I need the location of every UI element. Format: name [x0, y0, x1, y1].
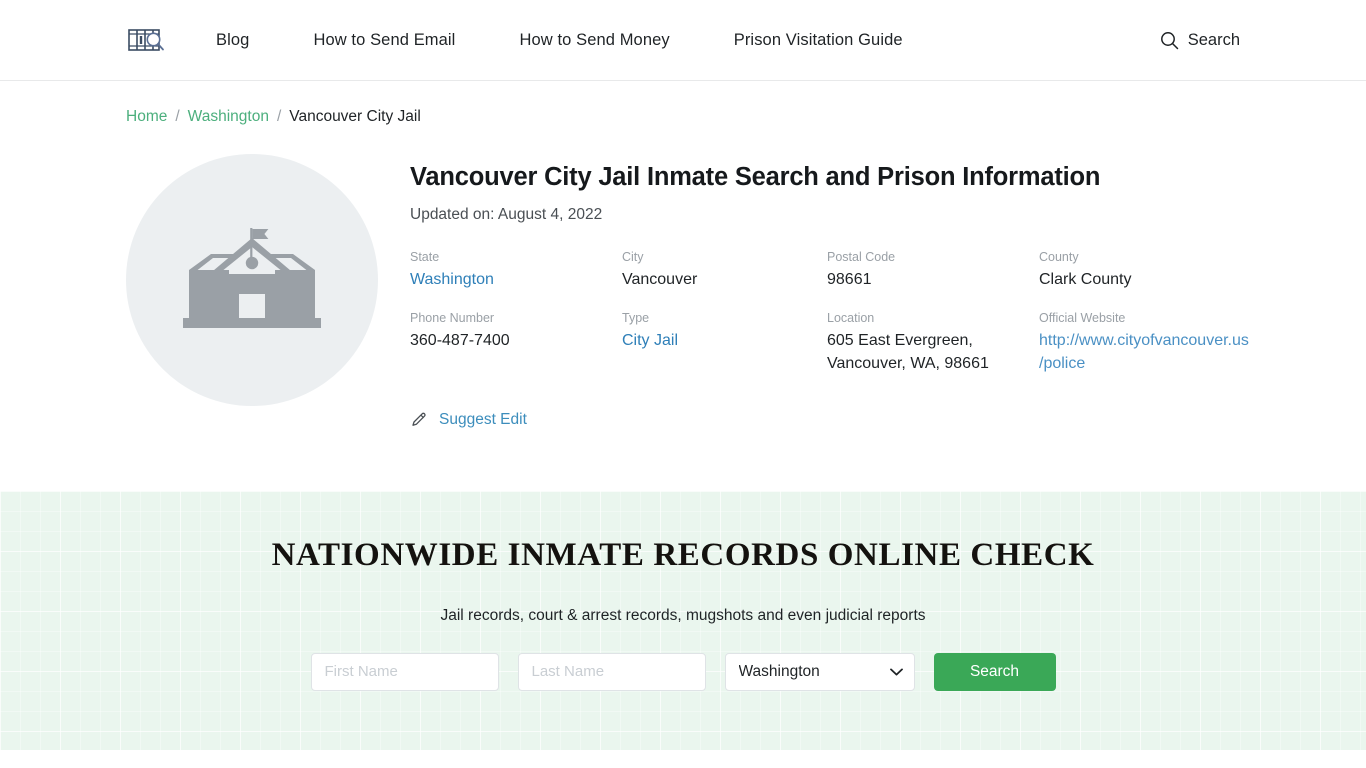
info-label: City	[622, 249, 644, 264]
breadcrumb-item-washington[interactable]: Washington	[188, 108, 269, 126]
info-field-city: City Vancouver	[622, 249, 827, 291]
header-search-button[interactable]: Search	[1160, 31, 1240, 50]
breadcrumb-separator: /	[175, 108, 180, 125]
info-field-postal-code: Postal Code 98661	[827, 249, 1039, 291]
info-field-official-website: Official Website http://www.cityofvancou…	[1039, 310, 1251, 376]
pencil-icon	[412, 412, 426, 426]
breadcrumb-item-current: Vancouver City Jail	[289, 108, 421, 125]
nav-item-how-to-send-email[interactable]: How to Send Email	[313, 31, 455, 50]
facility-profile: Vancouver City Jail Inmate Search and Pr…	[0, 154, 1366, 429]
info-field-county: County Clark County	[1039, 249, 1251, 291]
info-value-city: Vancouver	[622, 270, 698, 288]
info-label: Location	[827, 311, 875, 326]
inmate-search-form: Washington Search	[0, 652, 1366, 691]
info-value-official-website[interactable]: http://www.cityofvancouver.us/police	[1039, 332, 1249, 372]
nav-item-blog[interactable]: Blog	[216, 31, 249, 50]
search-icon	[1160, 31, 1178, 49]
site-logo[interactable]	[126, 24, 168, 56]
info-label: Type	[622, 311, 650, 326]
info-value-state[interactable]: Washington	[410, 271, 494, 288]
facility-avatar	[126, 154, 378, 406]
nav-item-how-to-send-money[interactable]: How to Send Money	[519, 31, 669, 50]
main-nav: Blog How to Send Email How to Send Money…	[216, 31, 903, 50]
last-name-input[interactable]	[517, 652, 706, 691]
info-value-county: Clark County	[1039, 270, 1132, 288]
info-field-location: Location 605 East Evergreen, Vancouver, …	[827, 310, 1039, 376]
breadcrumb: Home / Washington / Vancouver City Jail	[0, 108, 1366, 126]
breadcrumb-item-home[interactable]: Home	[126, 108, 167, 126]
info-label: State	[410, 249, 440, 264]
state-select-wrapper: Washington	[724, 652, 915, 691]
government-building-icon	[183, 228, 321, 328]
updated-on: Updated on: August 4, 2022	[410, 205, 603, 223]
header-search-label: Search	[1187, 30, 1240, 49]
info-field-type: Type City Jail	[622, 310, 827, 376]
facility-info-grid: State Washington City Vancouver Postal C…	[410, 249, 1249, 376]
info-label: Postal Code	[827, 249, 896, 264]
inmate-search-button[interactable]: Search	[933, 652, 1056, 691]
search-section-heading: NATIONWIDE INMATE RECORDS ONLINE CHECK	[271, 536, 1095, 573]
info-field-phone-number: Phone Number 360-487-7400	[410, 310, 622, 376]
page-title: Vancouver City Jail Inmate Search and Pr…	[410, 163, 1101, 191]
info-value-phone-number: 360-487-7400	[410, 332, 510, 350]
info-field-state: State Washington	[410, 249, 622, 291]
facility-details: Vancouver City Jail Inmate Search and Pr…	[410, 154, 1249, 429]
breadcrumb-separator: /	[276, 108, 282, 125]
nav-item-prison-visitation-guide[interactable]: Prison Visitation Guide	[734, 31, 903, 50]
info-label: Phone Number	[410, 311, 495, 326]
suggest-edit-button[interactable]: Suggest Edit	[410, 411, 527, 429]
info-value-type[interactable]: City Jail	[622, 332, 678, 349]
site-header: Blog How to Send Email How to Send Money…	[0, 0, 1366, 81]
suggest-edit-label: Suggest Edit	[439, 410, 527, 428]
info-value-postal-code: 98661	[827, 270, 872, 288]
first-name-input[interactable]	[310, 652, 499, 691]
info-label: Official Website	[1039, 311, 1126, 326]
info-label: County	[1039, 249, 1079, 264]
info-value-location: 605 East Evergreen, Vancouver, WA, 98661	[827, 332, 989, 373]
search-section-subheading: Jail records, court & arrest records, mu…	[440, 606, 926, 624]
nationwide-search-section: NATIONWIDE INMATE RECORDS ONLINE CHECK J…	[0, 490, 1366, 750]
prison-bars-search-logo-icon	[128, 29, 164, 51]
state-select[interactable]: Washington	[724, 652, 915, 691]
